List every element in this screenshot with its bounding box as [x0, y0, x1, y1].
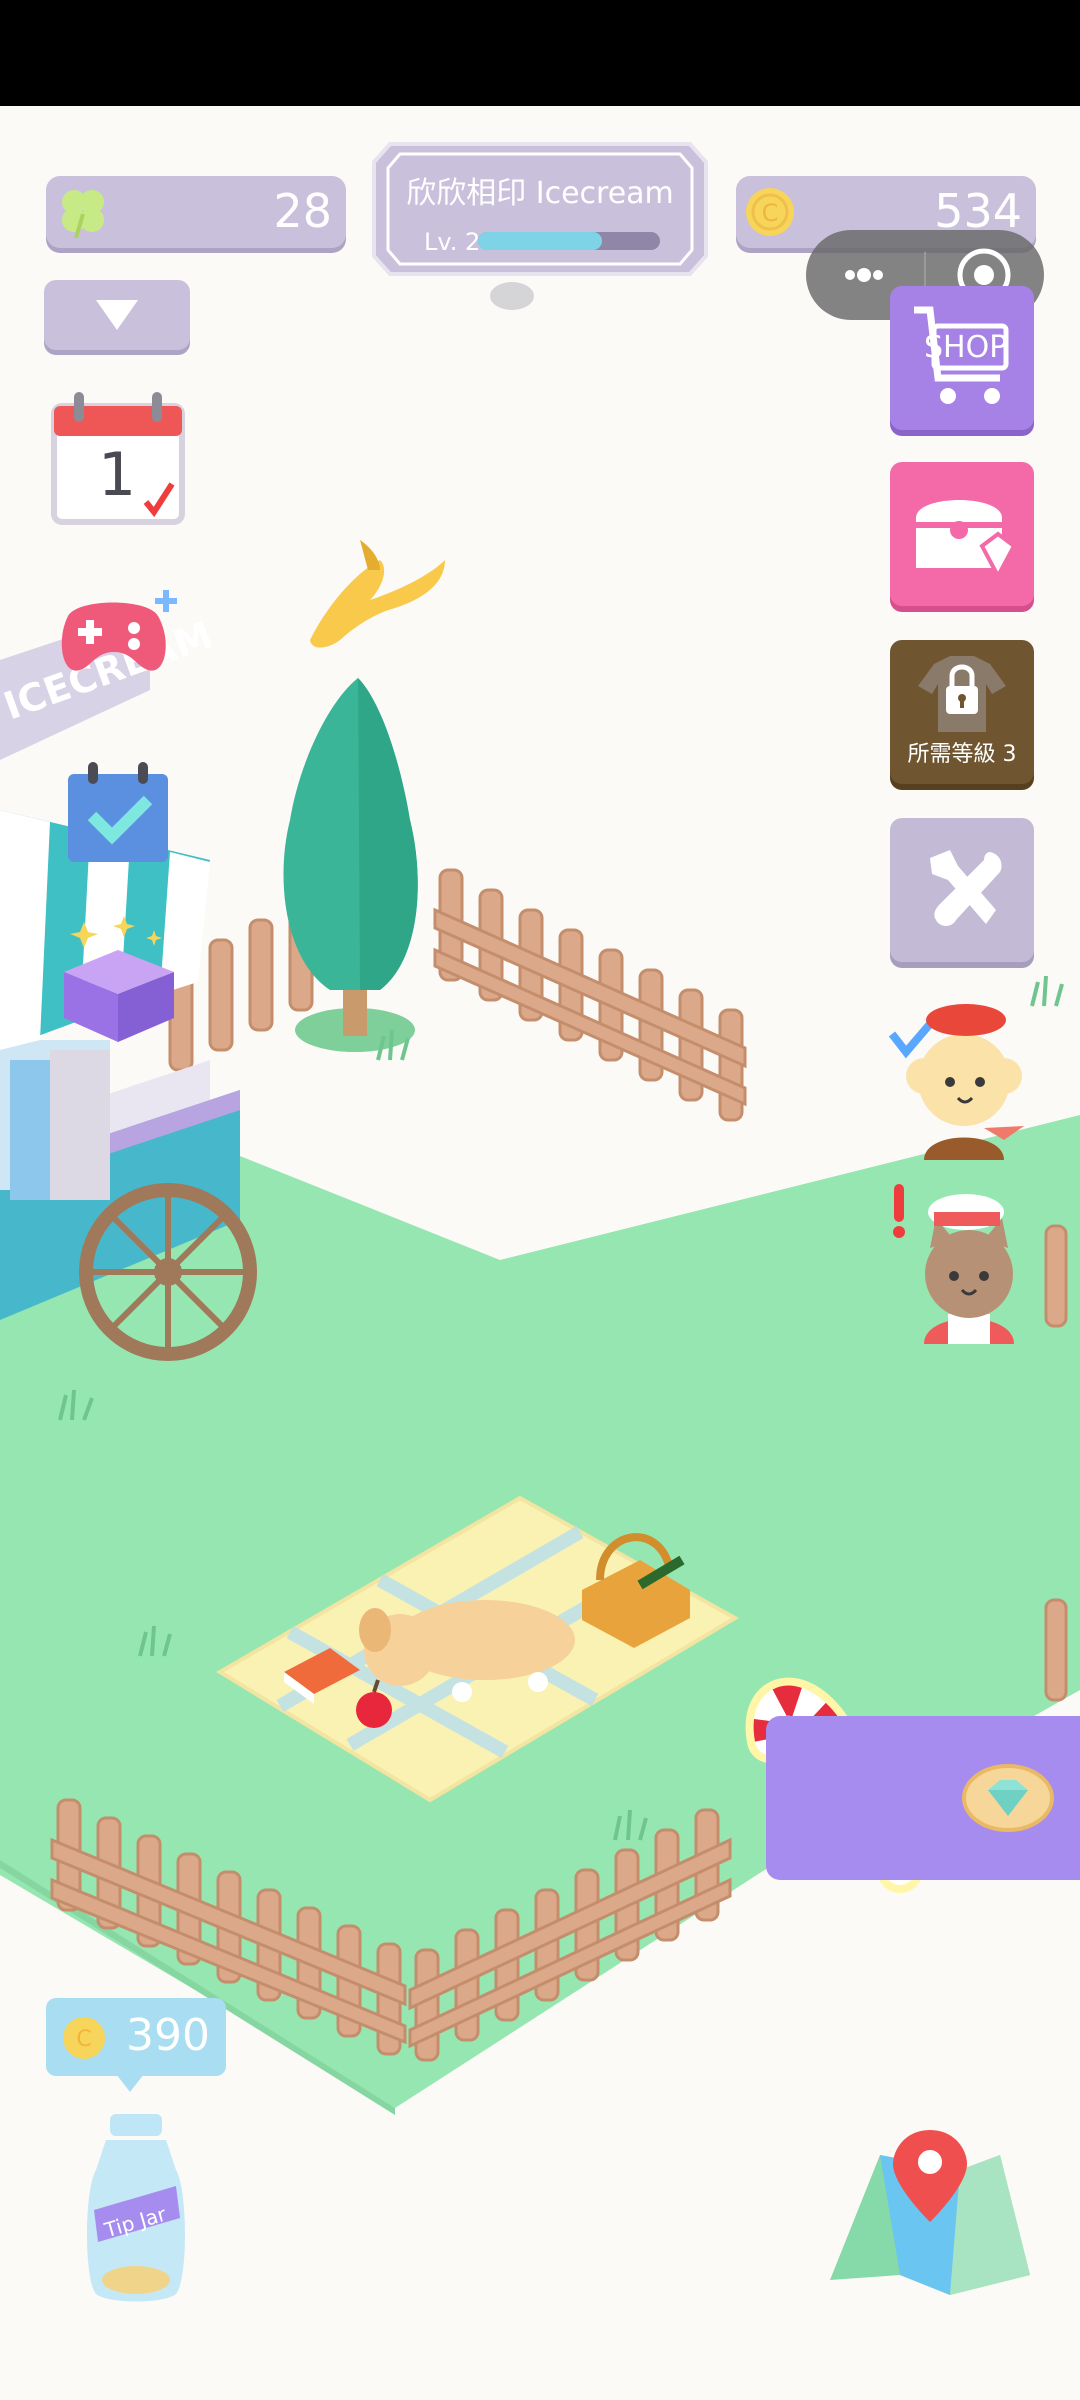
bubble-pointer [116, 2074, 144, 2092]
coin-icon: C [746, 188, 794, 236]
coin-icon: C [63, 2017, 105, 2059]
shop-name-plate[interactable]: 欣欣相印 Icecream Lv. 2 [372, 142, 708, 276]
tip-amount-bubble: C 390 [46, 1998, 226, 2092]
shop-button[interactable]: SHOP [890, 286, 1034, 430]
xp-bar-fill [478, 232, 602, 250]
tip-jar-button[interactable]: Tip Jar [80, 2110, 192, 2306]
shop-name: 欣欣相印 Icecream [406, 176, 674, 211]
required-level-label: 所需等級 3 [907, 742, 1017, 767]
gift-box-icon[interactable] [54, 912, 184, 1050]
chest-gem-icon [916, 500, 1017, 581]
shop-label: SHOP [924, 330, 1008, 365]
map-button[interactable] [826, 2116, 1040, 2296]
status-bar [0, 0, 1080, 106]
tip-jar-icon [87, 2114, 185, 2302]
treasure-chest-button[interactable] [890, 462, 1034, 606]
poodle-chef-character[interactable] [884, 990, 1040, 1160]
reward-panel[interactable] [766, 1716, 1080, 1880]
tools-button[interactable] [890, 818, 1034, 962]
dropdown-arrow-icon [96, 300, 138, 330]
daily-calendar-button[interactable]: 1 [50, 388, 186, 526]
clover-counter: 28 [46, 176, 346, 248]
dropdown-button[interactable] [44, 280, 190, 350]
svg-text:C: C [76, 2027, 91, 2052]
clover-count: 28 [273, 184, 332, 238]
calendar-day: 1 [98, 440, 137, 510]
cat-chef-character[interactable] [884, 1178, 1034, 1344]
clover-icon [62, 190, 104, 239]
locked-wardrobe-button[interactable]: 所需等級 3 [890, 640, 1034, 784]
checklist-icon[interactable] [64, 760, 174, 866]
tools-icon [930, 850, 1002, 926]
pebble-icon [490, 282, 534, 310]
tip-amount: 390 [126, 2010, 210, 2061]
locked-shirt-icon [918, 656, 1006, 732]
level-label: Lv. 2 [424, 228, 481, 256]
svg-text:C: C [762, 199, 779, 227]
banana-peel [310, 540, 445, 648]
xp-bar [478, 232, 660, 250]
gamepad-icon[interactable] [48, 586, 184, 686]
diamond-icon [962, 1764, 1054, 1832]
